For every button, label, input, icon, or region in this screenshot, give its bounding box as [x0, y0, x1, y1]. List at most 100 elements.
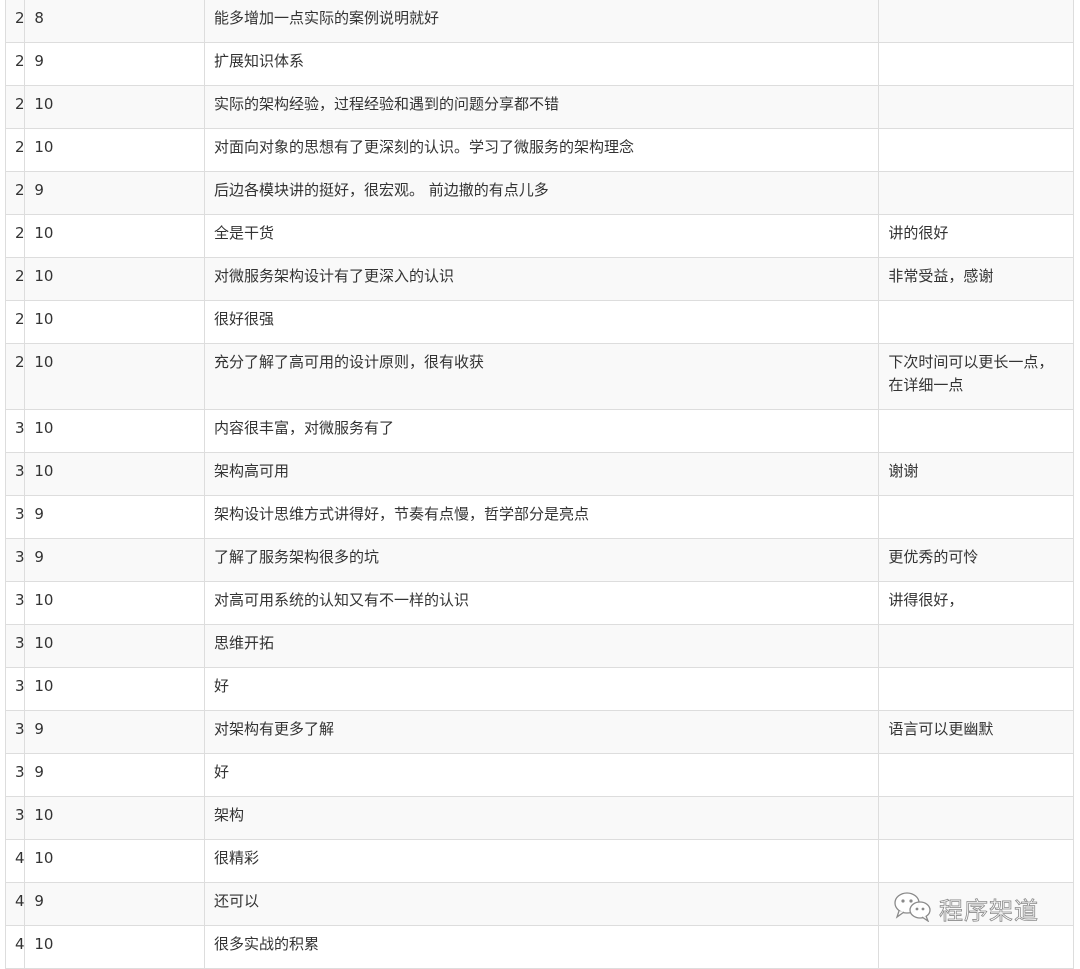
comment-cell: 还可以: [203, 882, 880, 926]
score-cell: 10: [24, 452, 205, 496]
feedback-table: 218能多增加一点实际的案例说明就好229扩展知识体系2310实际的架构经验，过…: [4, 0, 1074, 969]
comment-cell: 全是干货: [203, 214, 880, 258]
comment-cell: 很好很强: [203, 300, 880, 344]
score-cell: 10: [24, 343, 205, 410]
score-cell: 10: [24, 409, 205, 453]
extra-comment-cell: [878, 0, 1074, 43]
score-cell: 9: [24, 882, 205, 926]
table-row: 259后边各模块讲的挺好，很宏观。 前边撤的有点儿多: [4, 171, 1074, 215]
comment-cell: 了解了服务架构很多的坑: [203, 538, 880, 582]
comment-cell: 实际的架构经验，过程经验和遇到的问题分享都不错: [203, 85, 880, 129]
comment-cell: 架构高可用: [203, 452, 880, 496]
comment-cell: 充分了解了高可用的设计原则，很有收获: [203, 343, 880, 410]
score-cell: 10: [24, 839, 205, 883]
row-number-cell: 27: [4, 257, 26, 301]
row-number-cell: 31: [4, 452, 26, 496]
row-number-cell: 37: [4, 710, 26, 754]
row-number-cell: 24: [4, 128, 26, 172]
row-number-cell: 35: [4, 624, 26, 668]
extra-comment-cell: 更优秀的可怜: [878, 538, 1074, 582]
comment-cell: 对面向对象的思想有了更深刻的认识。学习了微服务的架构理念: [203, 128, 880, 172]
row-number-cell: 29: [4, 343, 26, 410]
score-cell: 10: [24, 796, 205, 840]
table-row: 229扩展知识体系: [4, 42, 1074, 86]
comment-cell: 架构设计思维方式讲得好，节奏有点慢，哲学部分是亮点: [203, 495, 880, 539]
row-number-cell: 38: [4, 753, 26, 797]
extra-comment-cell: [878, 85, 1074, 129]
score-cell: 10: [24, 624, 205, 668]
score-cell: 9: [24, 495, 205, 539]
extra-comment-cell: 语言可以更幽默: [878, 710, 1074, 754]
score-cell: 9: [24, 42, 205, 86]
comment-cell: 内容很丰富，对微服务有了: [203, 409, 880, 453]
table-row: 3910架构: [4, 796, 1074, 840]
extra-comment-cell: 谢谢: [878, 452, 1074, 496]
comment-cell: 思维开拓: [203, 624, 880, 668]
row-number-cell: 23: [4, 85, 26, 129]
row-number-cell: 41: [4, 882, 26, 926]
comment-cell: 好: [203, 667, 880, 711]
extra-comment-cell: [878, 667, 1074, 711]
extra-comment-cell: [878, 753, 1074, 797]
row-number-cell: 39: [4, 796, 26, 840]
table-row: 2410对面向对象的思想有了更深刻的认识。学习了微服务的架构理念: [4, 128, 1074, 172]
table-row: 389好: [4, 753, 1074, 797]
extra-comment-cell: [878, 796, 1074, 840]
extra-comment-cell: [878, 300, 1074, 344]
score-cell: 10: [24, 214, 205, 258]
row-number-cell: 34: [4, 581, 26, 625]
comment-cell: 后边各模块讲的挺好，很宏观。 前边撤的有点儿多: [203, 171, 880, 215]
score-cell: 10: [24, 128, 205, 172]
table-row: 2810很好很强: [4, 300, 1074, 344]
table-row: 2910充分了解了高可用的设计原则，很有收获下次时间可以更长一点，在详细一点: [4, 343, 1074, 410]
extra-comment-cell: [878, 624, 1074, 668]
row-number-cell: 36: [4, 667, 26, 711]
table-row: 218能多增加一点实际的案例说明就好: [4, 0, 1074, 43]
score-cell: 10: [24, 925, 205, 969]
row-number-cell: 32: [4, 495, 26, 539]
score-cell: 8: [24, 0, 205, 43]
comment-cell: 好: [203, 753, 880, 797]
table-row: 3010内容很丰富，对微服务有了: [4, 409, 1074, 453]
extra-comment-cell: [878, 925, 1074, 969]
comment-cell: 对微服务架构设计有了更深入的认识: [203, 257, 880, 301]
table-row: 2710对微服务架构设计有了更深入的认识非常受益，感谢: [4, 257, 1074, 301]
table-row: 3610好: [4, 667, 1074, 711]
extra-comment-cell: [878, 409, 1074, 453]
table-row: 379对架构有更多了解语言可以更幽默: [4, 710, 1074, 754]
table-row: 2310实际的架构经验，过程经验和遇到的问题分享都不错: [4, 85, 1074, 129]
table-row: 4210很多实战的积累: [4, 925, 1074, 969]
row-number-cell: 28: [4, 300, 26, 344]
row-number-cell: 42: [4, 925, 26, 969]
extra-comment-cell: [878, 128, 1074, 172]
extra-comment-cell: 下次时间可以更长一点，在详细一点: [878, 343, 1074, 410]
table-row: 3410对高可用系统的认知又有不一样的认识讲得很好，: [4, 581, 1074, 625]
score-cell: 9: [24, 171, 205, 215]
row-number-cell: 26: [4, 214, 26, 258]
table-row: 329架构设计思维方式讲得好，节奏有点慢，哲学部分是亮点: [4, 495, 1074, 539]
score-cell: 9: [24, 710, 205, 754]
feedback-table-body: 218能多增加一点实际的案例说明就好229扩展知识体系2310实际的架构经验，过…: [4, 0, 1074, 969]
score-cell: 10: [24, 581, 205, 625]
score-cell: 10: [24, 257, 205, 301]
table-row: 419还可以: [4, 882, 1074, 926]
score-cell: 9: [24, 538, 205, 582]
extra-comment-cell: [878, 171, 1074, 215]
comment-cell: 架构: [203, 796, 880, 840]
comment-cell: 能多增加一点实际的案例说明就好: [203, 0, 880, 43]
table-row: 339了解了服务架构很多的坑更优秀的可怜: [4, 538, 1074, 582]
table-row: 2610全是干货讲的很好: [4, 214, 1074, 258]
comment-cell: 扩展知识体系: [203, 42, 880, 86]
table-row: 3510思维开拓: [4, 624, 1074, 668]
score-cell: 10: [24, 300, 205, 344]
extra-comment-cell: 讲得很好，: [878, 581, 1074, 625]
extra-comment-cell: [878, 495, 1074, 539]
extra-comment-cell: [878, 42, 1074, 86]
row-number-cell: 22: [4, 42, 26, 86]
row-number-cell: 21: [4, 0, 26, 43]
score-cell: 10: [24, 85, 205, 129]
extra-comment-cell: [878, 839, 1074, 883]
table-row: 4010很精彩: [4, 839, 1074, 883]
row-number-cell: 25: [4, 171, 26, 215]
comment-cell: 对高可用系统的认知又有不一样的认识: [203, 581, 880, 625]
